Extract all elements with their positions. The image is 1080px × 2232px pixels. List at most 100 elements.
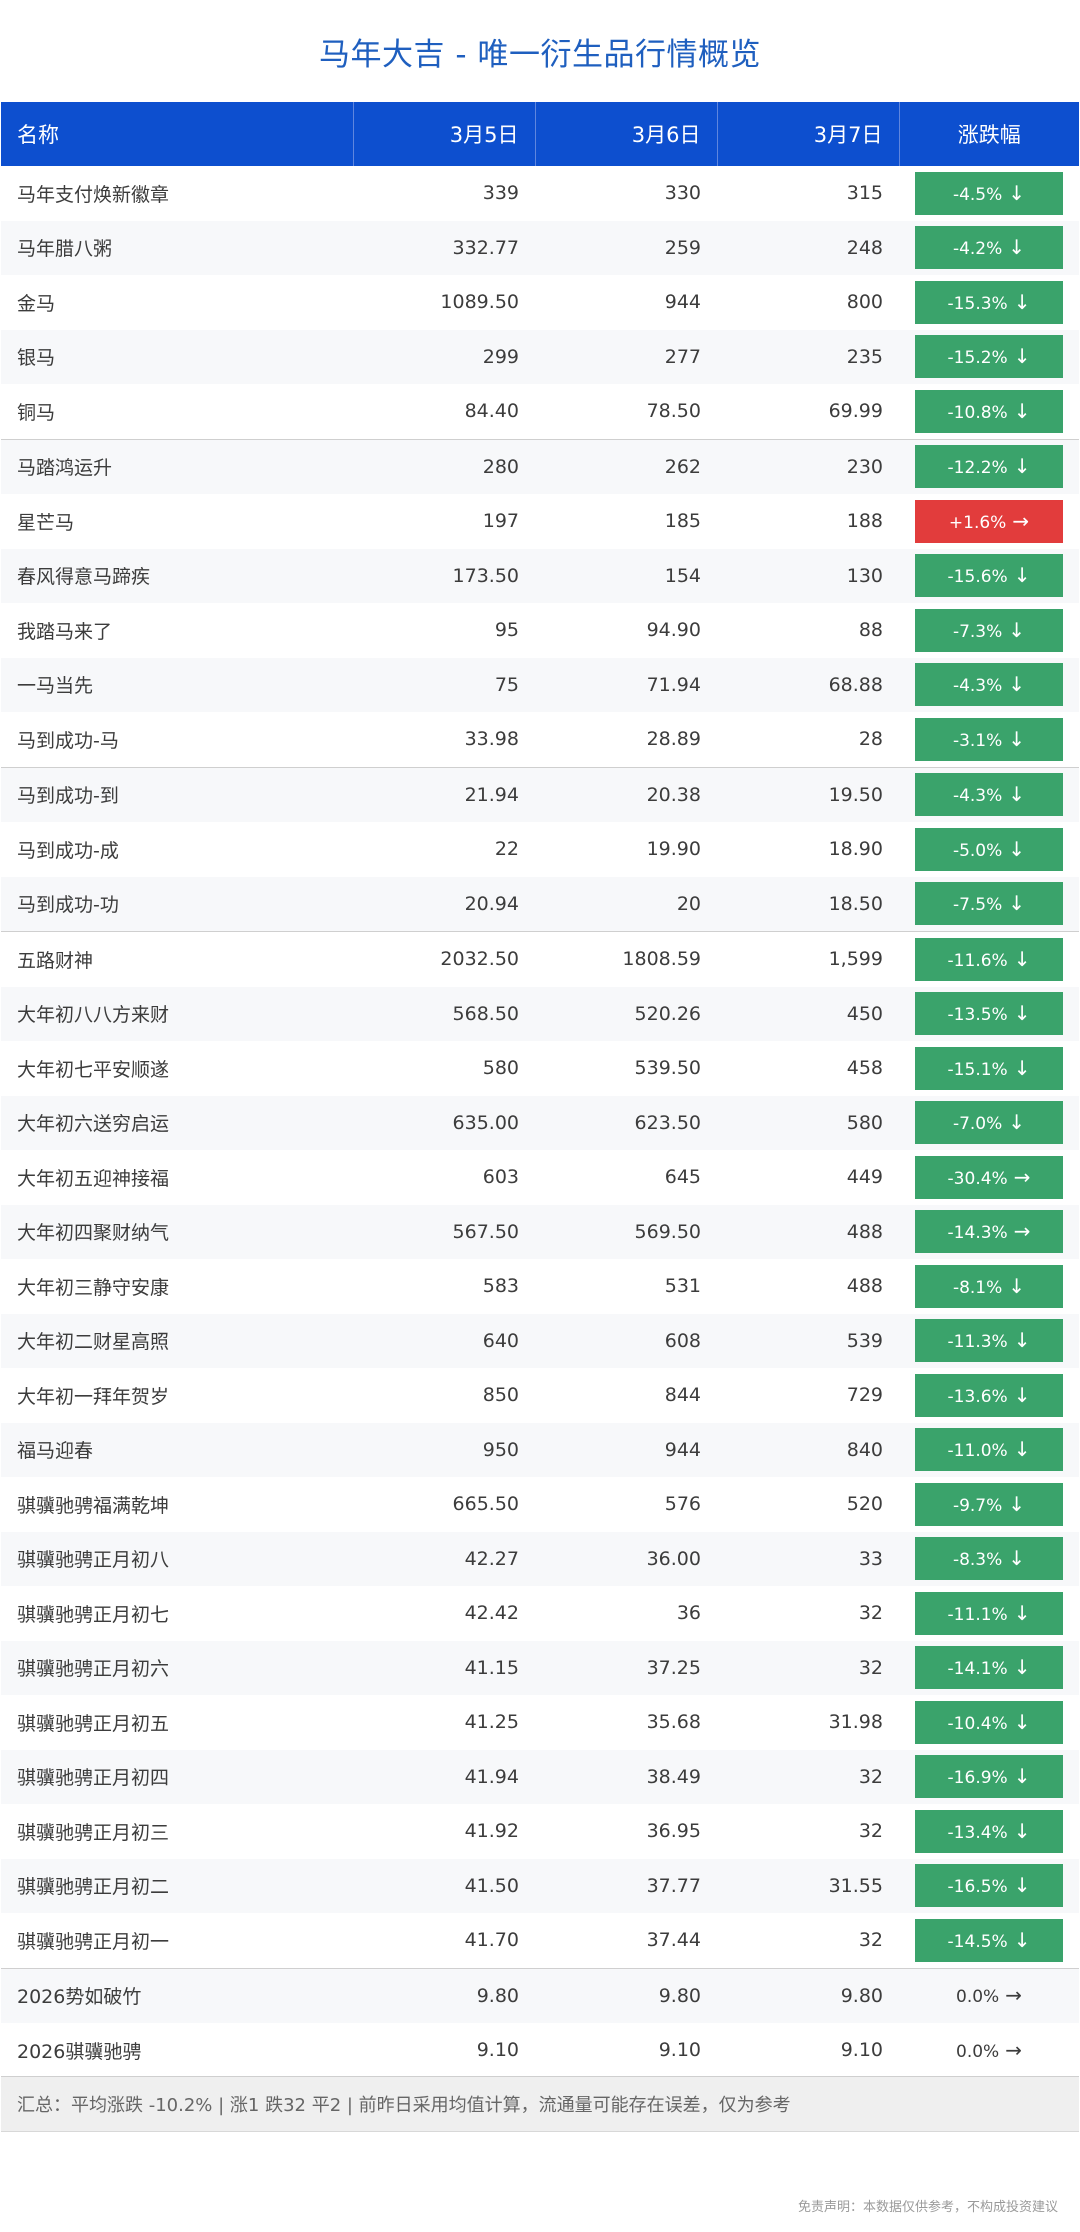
- table-body: 马年支付焕新徽章 339 330 315 -4.5% ↓ 马年腊八粥 332.77 259 248…: [1, 166, 1079, 2078]
- arrow-down-icon: ↓: [1013, 1764, 1031, 1789]
- arrow-down-icon: ↓: [1008, 617, 1026, 642]
- price-mar5: 75: [353, 657, 535, 712]
- table-row[interactable]: 大年初一拜年贺岁 850 844 729 -13.6% ↓: [1, 1368, 1079, 1423]
- table-row[interactable]: 大年初三静守安康 583 531 488 -8.1% ↓: [1, 1259, 1079, 1314]
- table-row[interactable]: 2026势如破竹 9.80 9.80 9.80 0.0% →: [1, 1967, 1079, 2023]
- change-badge: -4.2% ↓: [915, 226, 1063, 270]
- price-mar5: 635.00: [353, 1095, 535, 1150]
- arrow-down-icon: ↓: [1008, 1273, 1026, 1298]
- change-cell: -14.1% ↓: [899, 1640, 1079, 1695]
- change-badge: -30.4% →: [915, 1155, 1063, 1199]
- table-row[interactable]: 骐骥驰骋正月初一 41.70 37.44 32 -14.5% ↓: [1, 1913, 1079, 1968]
- price-mar7: 235: [717, 329, 899, 384]
- table-row[interactable]: 春风得意马蹄疾 173.50 154 130 -15.6% ↓: [1, 548, 1079, 603]
- table-row[interactable]: 大年初四聚财纳气 567.50 569.50 488 -14.3% →: [1, 1204, 1079, 1259]
- column-header-mar7[interactable]: 3月7日: [717, 102, 900, 166]
- price-mar6: 262: [535, 438, 717, 494]
- change-value: -8.1%: [952, 1277, 1003, 1298]
- arrow-right-icon: →: [1013, 1219, 1031, 1244]
- item-name: 大年初二财星高照: [1, 1313, 353, 1368]
- price-mar6: 28.89: [646, 728, 701, 751]
- table-row[interactable]: 银马 299 277 235 -15.2% ↓: [1, 329, 1079, 384]
- change-value: -9.7%: [952, 1495, 1003, 1516]
- price-mar7: 1,599: [717, 931, 899, 987]
- table-row[interactable]: 2026骐骥驰骋 9.10 9.10 9.10 0.0% →: [1, 2023, 1079, 2078]
- price-mar7: 31.55: [717, 1858, 899, 1913]
- table-row[interactable]: 马到成功-马 33.98 28.89 28 -3.1% ↓: [1, 712, 1079, 767]
- table-row[interactable]: 骐骥驰骋正月初六 41.15 37.25 32 -14.1% ↓: [1, 1640, 1079, 1695]
- item-name: 大年初六送穷启运: [1, 1095, 353, 1150]
- change-cell: -15.6% ↓: [899, 548, 1079, 603]
- table-row[interactable]: 马年腊八粥 332.77 259 248 -4.2% ↓: [1, 220, 1079, 275]
- table-row[interactable]: 骐骥驰骋正月初八 42.27 36.00 33 -8.3% ↓: [1, 1531, 1079, 1586]
- table-row[interactable]: 一马当先 75 71.94 68.88 -4.3% ↓: [1, 657, 1079, 712]
- change-cell: -7.3% ↓: [899, 603, 1079, 658]
- price-mar5: 41.94: [353, 1749, 535, 1804]
- change-value: -7.0%: [952, 1114, 1003, 1135]
- price-mar7: 188: [846, 510, 883, 533]
- change-badge: -15.3% ↓: [915, 280, 1063, 324]
- change-value: -4.3%: [952, 676, 1003, 697]
- price-mar5: 850: [482, 1384, 519, 1407]
- price-mar7: 315: [846, 182, 883, 205]
- table-row[interactable]: 大年初六送穷启运 635.00 623.50 580 -7.0% ↓: [1, 1095, 1079, 1150]
- table-row[interactable]: 骐骥驰骋正月初二 41.50 37.77 31.55 -16.5% ↓: [1, 1858, 1079, 1913]
- table-row[interactable]: 骐骥驰骋正月初五 41.25 35.68 31.98 -10.4% ↓: [1, 1695, 1079, 1750]
- table-row[interactable]: 五路财神 2032.50 1808.59 1,599 -11.6% ↓: [1, 931, 1079, 987]
- table-row[interactable]: 骐骥驰骋正月初四 41.94 38.49 32 -16.9% ↓: [1, 1749, 1079, 1804]
- item-name: 2026势如破竹: [1, 1967, 353, 2023]
- table-row[interactable]: 马到成功-功 20.94 20 18.50 -7.5% ↓: [1, 876, 1079, 932]
- price-mar5: 41.70: [464, 1929, 519, 1952]
- change-value: -15.1%: [947, 1059, 1008, 1080]
- change-value: -3.1%: [952, 730, 1003, 751]
- price-mar7: 458: [846, 1057, 883, 1080]
- item-name: 铜马: [17, 401, 56, 424]
- table-row[interactable]: 马踏鸿运升 280 262 230 -12.2% ↓: [1, 438, 1079, 494]
- table-row[interactable]: 大年初七平安顺遂 580 539.50 458 -15.1% ↓: [1, 1041, 1079, 1096]
- column-header-mar5[interactable]: 3月5日: [353, 102, 536, 166]
- table-row[interactable]: 星芒马 197 185 188 +1.6% →: [1, 494, 1079, 549]
- table-row[interactable]: 马到成功-成 22 19.90 18.90 -5.0% ↓: [1, 822, 1079, 877]
- table-row[interactable]: 大年初五迎神接福 603 645 449 -30.4% →: [1, 1150, 1079, 1205]
- change-cell: -4.2% ↓: [899, 220, 1079, 275]
- column-header-change[interactable]: 涨跌幅: [899, 102, 1079, 166]
- price-mar7: 520: [846, 1493, 883, 1516]
- price-mar6: 520.26: [535, 986, 717, 1041]
- price-mar6: 623.50: [535, 1095, 717, 1150]
- price-mar7: 9.10: [840, 2039, 883, 2062]
- change-value: -15.2%: [947, 348, 1008, 369]
- change-cell: 0.0% →: [899, 1967, 1079, 2023]
- table-row[interactable]: 金马 1089.50 944 800 -15.3% ↓: [1, 275, 1079, 330]
- table-row[interactable]: 马到成功-到 21.94 20.38 19.50 -4.3% ↓: [1, 766, 1079, 822]
- change-cell: -7.5% ↓: [899, 876, 1079, 932]
- price-mar7: 729: [846, 1384, 883, 1407]
- price-mar7: 32: [858, 1820, 883, 1843]
- change-badge: -4.3% ↓: [915, 773, 1063, 817]
- change-value: -4.3%: [952, 786, 1003, 807]
- table-row[interactable]: 铜马 84.40 78.50 69.99 -10.8% ↓: [1, 384, 1079, 439]
- price-mar7: 68.88: [717, 657, 899, 712]
- column-header-mar6[interactable]: 3月6日: [535, 102, 718, 166]
- table-row[interactable]: 大年初二财星高照 640 608 539 -11.3% ↓: [1, 1313, 1079, 1368]
- arrow-down-icon: ↓: [1008, 672, 1026, 697]
- table-row[interactable]: 骐骥驰骋正月初七 42.42 36 32 -11.1% ↓: [1, 1586, 1079, 1641]
- column-header-name[interactable]: 名称: [1, 102, 354, 166]
- item-name: 马年腊八粥: [1, 220, 353, 275]
- arrow-down-icon: ↓: [1008, 836, 1026, 861]
- table-row[interactable]: 大年初八八方来财 568.50 520.26 450 -13.5% ↓: [1, 986, 1079, 1041]
- table-row[interactable]: 骐骥驰骋福满乾坤 665.50 576 520 -9.7% ↓: [1, 1477, 1079, 1532]
- change-cell: -10.8% ↓: [899, 384, 1079, 439]
- table-row[interactable]: 骐骥驰骋正月初三 41.92 36.95 32 -13.4% ↓: [1, 1804, 1079, 1859]
- arrow-down-icon: ↓: [1013, 289, 1031, 314]
- table-row[interactable]: 福马迎春 950 944 840 -11.0% ↓: [1, 1422, 1079, 1477]
- change-cell: -15.3% ↓: [899, 275, 1079, 330]
- change-badge: 0.0% →: [915, 1974, 1063, 2017]
- price-mar6: 259: [535, 220, 717, 275]
- price-mar6: 38.49: [535, 1749, 717, 1804]
- table-row[interactable]: 马年支付焕新徽章 339 330 315 -4.5% ↓: [1, 166, 1079, 221]
- price-mar6: 36.95: [646, 1820, 701, 1843]
- price-mar5: 42.27: [353, 1531, 535, 1586]
- table-row[interactable]: 我踏马来了 95 94.90 88 -7.3% ↓: [1, 603, 1079, 658]
- arrow-down-icon: ↓: [1008, 782, 1026, 807]
- change-value: -10.8%: [947, 402, 1008, 423]
